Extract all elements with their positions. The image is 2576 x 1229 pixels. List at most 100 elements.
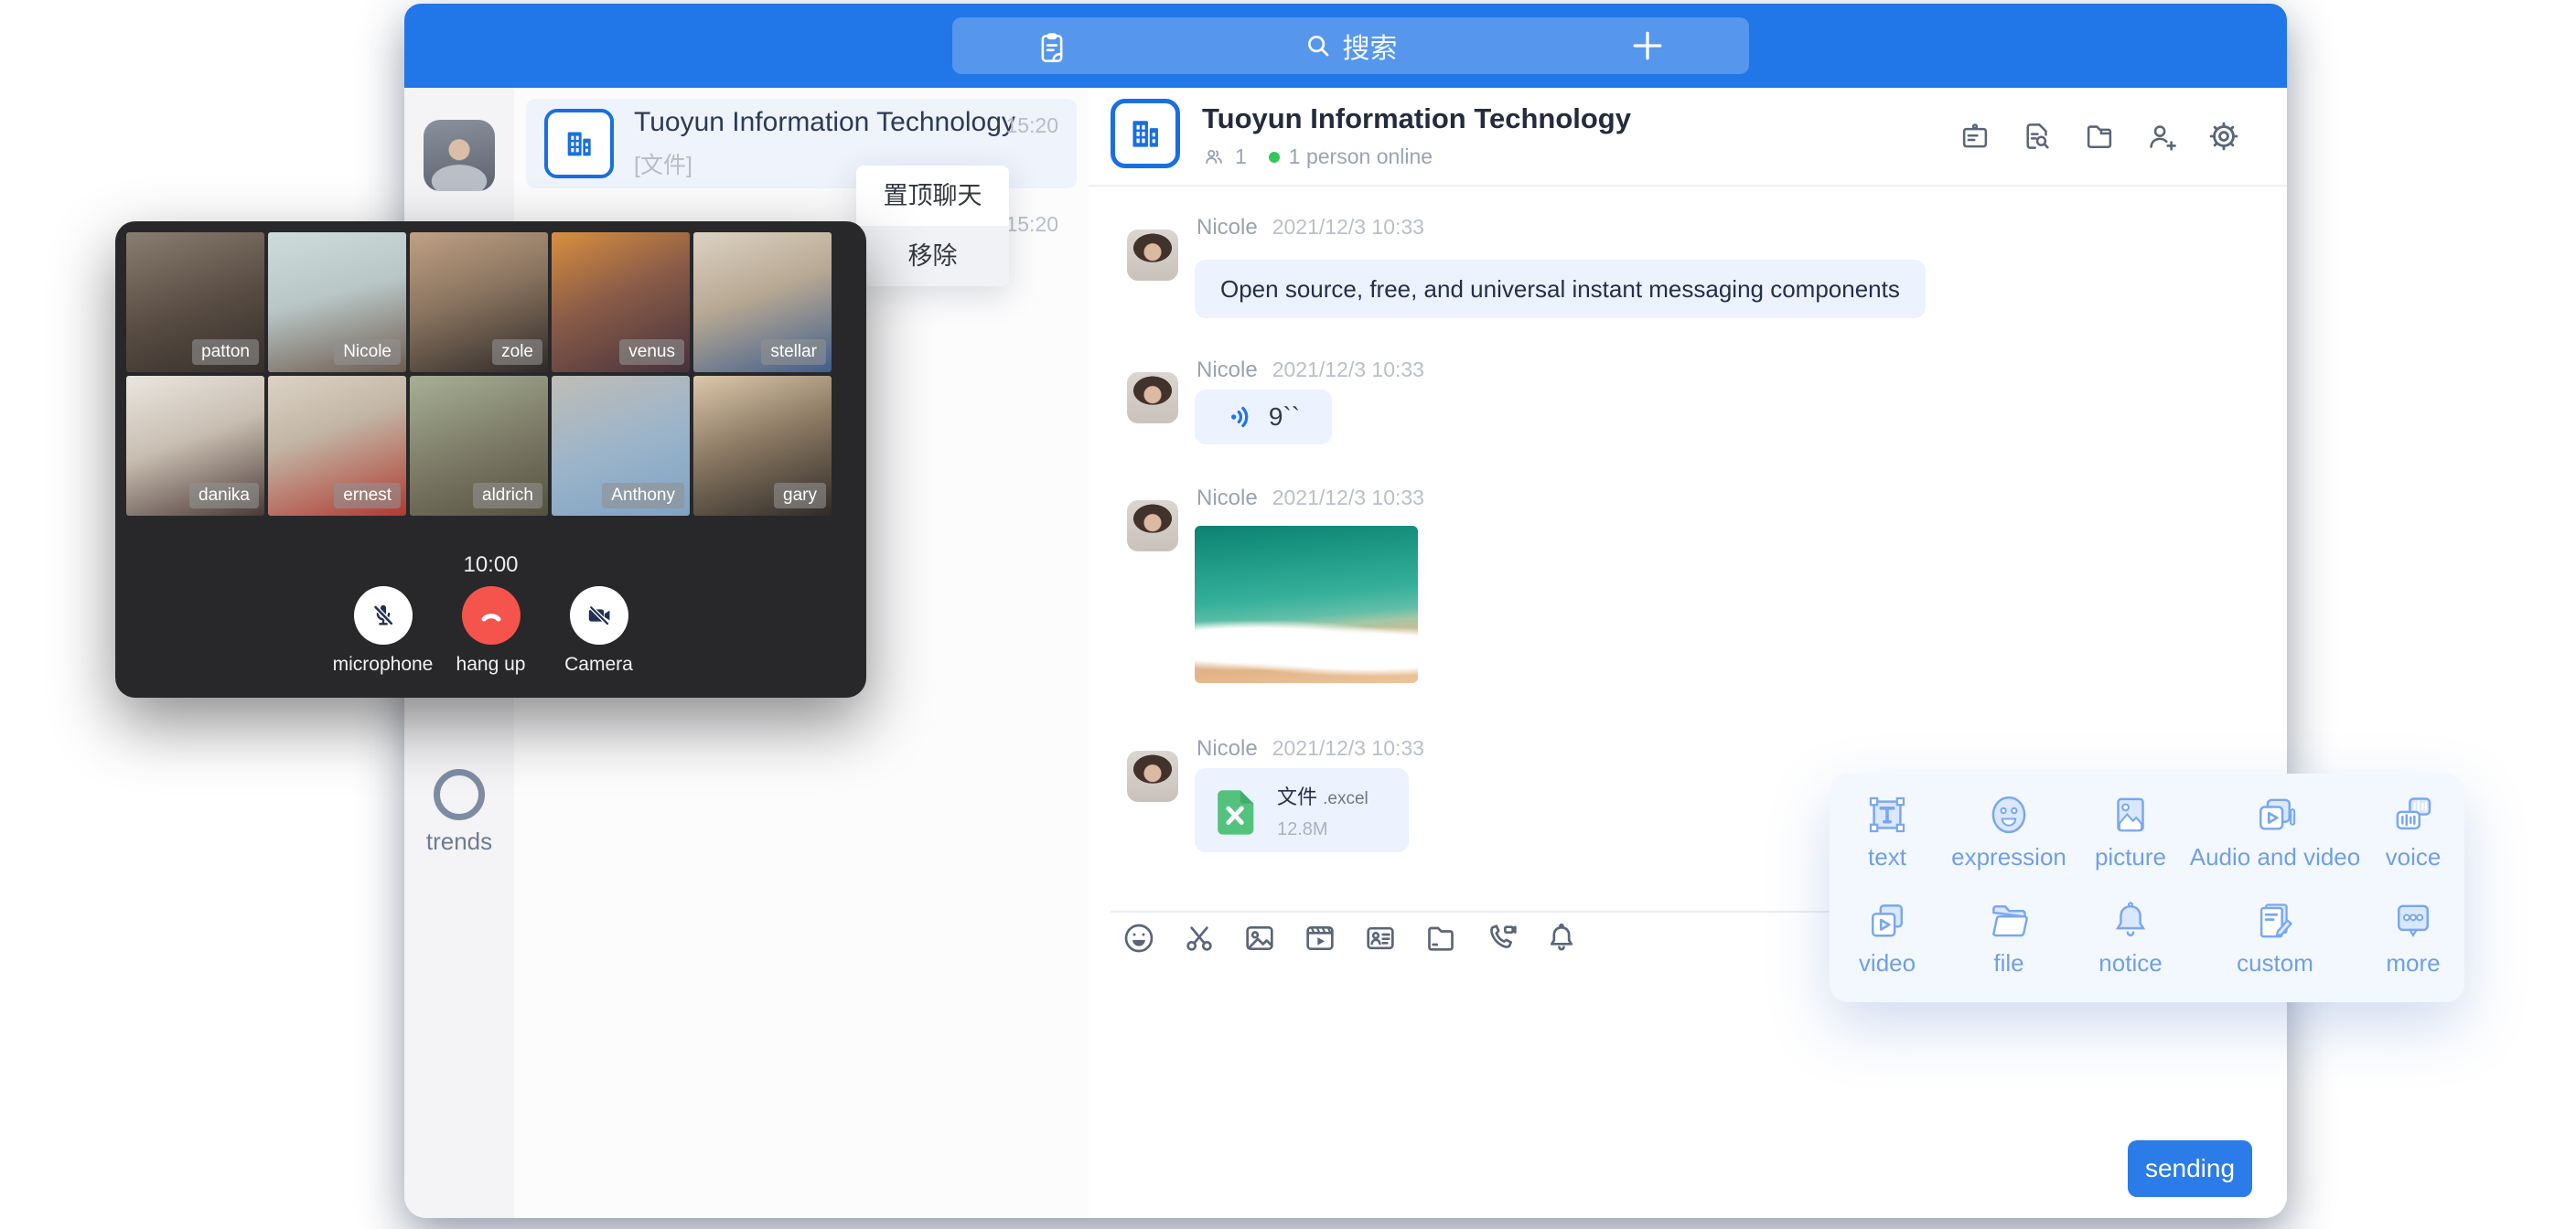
message-toolbar	[1121, 920, 1580, 956]
media-item-voice[interactable]: voice	[2362, 786, 2464, 892]
chat-subtitle: 1 1 person online	[1202, 144, 1433, 169]
user-avatar[interactable]	[424, 120, 495, 191]
hang-up-button[interactable]	[462, 586, 521, 645]
conversation-title: Tuoyun Information Technology	[634, 107, 998, 138]
media-label: notice	[2073, 949, 2188, 978]
notification-bell-icon[interactable]	[1543, 920, 1580, 956]
media-label: Audio and video	[2188, 843, 2362, 871]
video-tile: stellar	[693, 232, 832, 372]
participant-name: ernest	[334, 483, 401, 508]
conversation-time: 15:20	[1005, 113, 1058, 138]
video-tile: zole	[410, 232, 548, 372]
building-icon	[561, 125, 597, 162]
message-meta: Nicole 2021/12/3 10:33	[1197, 486, 1424, 511]
screenshot-scissors-icon[interactable]	[1181, 920, 1218, 956]
video-tile: Nicole	[268, 232, 406, 372]
media-label: file	[1945, 949, 2073, 978]
member-count: 1	[1235, 144, 1247, 169]
participant-name: zole	[492, 339, 542, 365]
message-time: 2021/12/3 10:33	[1272, 736, 1424, 760]
emoji-icon[interactable]	[1121, 920, 1157, 956]
camera-off-button[interactable]	[570, 586, 628, 645]
microphone-control: microphone	[329, 586, 437, 676]
trends-icon	[434, 769, 485, 820]
media-item-custom[interactable]: custom	[2188, 892, 2362, 999]
microphone-mute-button[interactable]	[354, 586, 413, 645]
video-clip-icon[interactable]	[1302, 920, 1338, 956]
image-icon[interactable]	[1241, 920, 1278, 956]
avatar	[1127, 230, 1178, 281]
video-tile: patton	[126, 232, 264, 372]
chat-panel: Tuoyun Information Technology 1 1 person…	[1089, 88, 2287, 1218]
message-search-icon[interactable]	[2020, 119, 2055, 154]
media-item-text[interactable]: text	[1830, 786, 1945, 892]
image-message-beach[interactable]	[1195, 526, 1418, 683]
video-tile: venus	[552, 232, 690, 372]
mic-off-icon	[369, 601, 398, 630]
file-icon	[1984, 896, 2034, 946]
media-item-picture[interactable]: picture	[2073, 786, 2188, 892]
folder-icon[interactable]	[2082, 119, 2117, 154]
media-label: text	[1830, 843, 1945, 871]
voice-message-bubble[interactable]: 9``	[1195, 390, 1332, 444]
file-folder-icon[interactable]	[1422, 920, 1459, 956]
add-icon[interactable]	[1627, 26, 1668, 66]
settings-gear-icon[interactable]	[2206, 119, 2241, 154]
sidebar-item-trends[interactable]: trends	[404, 769, 514, 856]
media-item-audio-video[interactable]: Audio and video	[2188, 786, 2362, 892]
trends-label: trends	[404, 828, 514, 856]
video-icon	[1862, 896, 1912, 946]
building-icon	[1125, 113, 1165, 154]
file-message-card[interactable]: 文件 .excel 12.8M	[1195, 768, 1409, 852]
participant-name: Anthony	[602, 483, 684, 508]
video-tile: gary	[693, 376, 832, 516]
search-bar[interactable]: 搜索	[952, 17, 1749, 74]
video-tile: danika	[126, 376, 264, 516]
hangup-control: hang up	[437, 586, 545, 676]
message-time: 2021/12/3 10:33	[1272, 486, 1424, 509]
more-icon	[2388, 896, 2438, 946]
text-message-bubble[interactable]: Open source, free, and universal instant…	[1195, 260, 1926, 318]
message-meta: Nicole2021/12/3 10:33	[1197, 215, 1424, 240]
menu-item-remove[interactable]: 移除	[856, 226, 1009, 286]
voice-icon	[2388, 790, 2438, 839]
camera-label: Camera	[545, 654, 653, 676]
participant-name: danika	[189, 483, 259, 508]
media-item-video[interactable]: video	[1830, 892, 1945, 999]
sender-name: Nicole	[1197, 358, 1258, 382]
excel-file-icon	[1209, 784, 1262, 837]
group-notice-icon[interactable]	[1958, 119, 1992, 154]
media-item-expression[interactable]: expression	[1945, 786, 2073, 892]
media-item-file[interactable]: file	[1945, 892, 2073, 999]
sender-name: Nicole	[1197, 486, 1258, 510]
video-call-icon[interactable]	[1483, 920, 1519, 956]
conversation-time: 15:20	[1005, 212, 1058, 237]
online-status: 1 person online	[1289, 144, 1433, 169]
avatar	[1127, 751, 1178, 802]
call-timer: 10:00	[115, 552, 866, 578]
contact-card-icon[interactable]	[1362, 920, 1399, 956]
avatar	[1127, 372, 1178, 423]
media-capability-panel: text expression picture	[1830, 774, 2464, 1002]
microphone-label: microphone	[329, 654, 437, 676]
search-icon	[1304, 32, 1332, 59]
avatar	[1127, 500, 1178, 551]
voice-duration: 9``	[1269, 402, 1300, 432]
sender-name: Nicole	[1197, 215, 1258, 240]
media-label: video	[1830, 949, 1945, 978]
chat-title: Tuoyun Information Technology	[1202, 102, 1631, 135]
handset-icon	[476, 600, 507, 631]
menu-item-pin-chat[interactable]: 置顶聊天	[856, 166, 1009, 226]
send-button[interactable]: sending	[2128, 1140, 2252, 1197]
chat-header-actions	[1958, 119, 2241, 154]
video-tile: aldrich	[410, 376, 548, 516]
media-item-notice[interactable]: notice	[2073, 892, 2188, 999]
audio-video-icon	[2250, 790, 2300, 839]
add-member-icon[interactable]	[2144, 119, 2179, 154]
media-item-more[interactable]: more	[2362, 892, 2464, 999]
media-label: more	[2362, 949, 2464, 978]
voice-wave-icon	[1227, 401, 1258, 433]
chat-header: Tuoyun Information Technology 1 1 person…	[1089, 88, 2287, 187]
participant-name: Nicole	[334, 339, 401, 365]
participant-name: gary	[774, 483, 826, 508]
